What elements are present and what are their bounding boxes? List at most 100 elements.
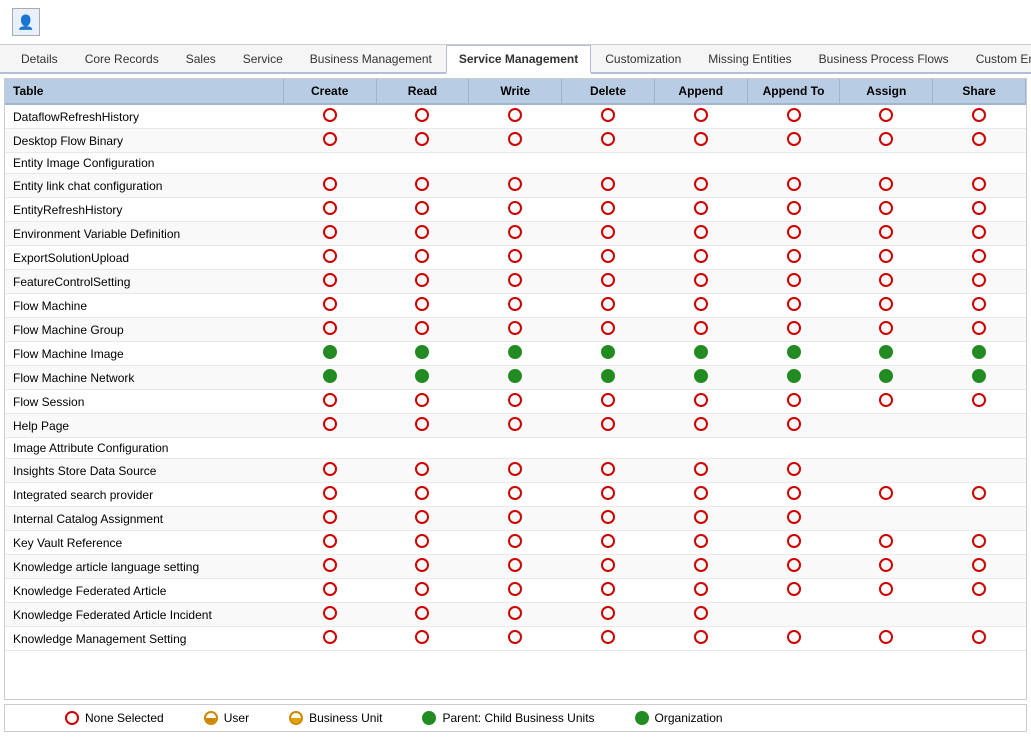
tab-service[interactable]: Service <box>230 45 296 72</box>
circle-none[interactable] <box>415 273 429 287</box>
circle-none[interactable] <box>323 249 337 263</box>
cell-assign[interactable] <box>840 270 933 294</box>
circle-org[interactable] <box>694 369 708 383</box>
circle-none[interactable] <box>787 534 801 548</box>
cell-share[interactable] <box>933 483 1026 507</box>
circle-none[interactable] <box>508 201 522 215</box>
tab-sales[interactable]: Sales <box>173 45 229 72</box>
cell-append[interactable] <box>654 318 747 342</box>
circle-none[interactable] <box>508 249 522 263</box>
cell-assign[interactable] <box>840 318 933 342</box>
cell-share[interactable] <box>933 318 1026 342</box>
circle-none[interactable] <box>787 417 801 431</box>
cell-assign[interactable] <box>840 129 933 153</box>
circle-none[interactable] <box>879 297 893 311</box>
cell-append[interactable] <box>654 294 747 318</box>
circle-none[interactable] <box>601 558 615 572</box>
circle-none[interactable] <box>601 225 615 239</box>
circle-none[interactable] <box>787 558 801 572</box>
cell-share[interactable] <box>933 198 1026 222</box>
cell-share[interactable] <box>933 390 1026 414</box>
circle-none[interactable] <box>601 201 615 215</box>
cell-appendTo[interactable] <box>747 342 840 366</box>
circle-none[interactable] <box>972 132 986 146</box>
circle-none[interactable] <box>787 321 801 335</box>
cell-write[interactable] <box>469 342 562 366</box>
cell-write[interactable] <box>469 270 562 294</box>
circle-none[interactable] <box>879 486 893 500</box>
cell-write[interactable] <box>469 318 562 342</box>
cell-write[interactable] <box>469 483 562 507</box>
circle-none[interactable] <box>601 606 615 620</box>
cell-assign[interactable] <box>840 198 933 222</box>
cell-appendTo[interactable] <box>747 459 840 483</box>
circle-none[interactable] <box>601 321 615 335</box>
circle-none[interactable] <box>787 630 801 644</box>
circle-none[interactable] <box>508 225 522 239</box>
circle-none[interactable] <box>415 201 429 215</box>
circle-none[interactable] <box>323 510 337 524</box>
circle-none[interactable] <box>508 321 522 335</box>
circle-none[interactable] <box>879 225 893 239</box>
cell-append[interactable] <box>654 342 747 366</box>
cell-create[interactable] <box>283 270 376 294</box>
cell-delete[interactable] <box>562 459 655 483</box>
circle-none[interactable] <box>972 108 986 122</box>
cell-appendTo[interactable] <box>747 198 840 222</box>
cell-write[interactable] <box>469 414 562 438</box>
circle-org[interactable] <box>323 369 337 383</box>
circle-none[interactable] <box>787 132 801 146</box>
cell-read[interactable] <box>376 390 469 414</box>
circle-org[interactable] <box>508 345 522 359</box>
circle-none[interactable] <box>323 273 337 287</box>
circle-org[interactable] <box>972 369 986 383</box>
cell-share[interactable] <box>933 129 1026 153</box>
cell-delete[interactable] <box>562 555 655 579</box>
cell-assign[interactable] <box>840 246 933 270</box>
circle-none[interactable] <box>323 630 337 644</box>
cell-create[interactable] <box>283 294 376 318</box>
cell-read[interactable] <box>376 198 469 222</box>
cell-append[interactable] <box>654 129 747 153</box>
circle-org[interactable] <box>879 345 893 359</box>
tab-core-records[interactable]: Core Records <box>72 45 172 72</box>
circle-none[interactable] <box>601 417 615 431</box>
cell-share[interactable] <box>933 174 1026 198</box>
circle-none[interactable] <box>879 582 893 596</box>
cell-assign[interactable] <box>840 174 933 198</box>
circle-none[interactable] <box>508 108 522 122</box>
circle-none[interactable] <box>787 177 801 191</box>
cell-appendTo[interactable] <box>747 390 840 414</box>
circle-none[interactable] <box>508 417 522 431</box>
cell-create[interactable] <box>283 483 376 507</box>
circle-none[interactable] <box>415 297 429 311</box>
circle-none[interactable] <box>415 510 429 524</box>
tab-business-process-flows[interactable]: Business Process Flows <box>806 45 962 72</box>
circle-none[interactable] <box>694 462 708 476</box>
circle-none[interactable] <box>601 534 615 548</box>
cell-create[interactable] <box>283 627 376 651</box>
cell-create[interactable] <box>283 555 376 579</box>
cell-create[interactable] <box>283 318 376 342</box>
circle-none[interactable] <box>508 462 522 476</box>
cell-share[interactable] <box>933 366 1026 390</box>
cell-write[interactable] <box>469 246 562 270</box>
circle-none[interactable] <box>508 297 522 311</box>
cell-read[interactable] <box>376 318 469 342</box>
circle-none[interactable] <box>787 249 801 263</box>
circle-none[interactable] <box>694 534 708 548</box>
circle-none[interactable] <box>694 225 708 239</box>
circle-none[interactable] <box>415 393 429 407</box>
cell-create[interactable] <box>283 390 376 414</box>
circle-none[interactable] <box>601 462 615 476</box>
circle-none[interactable] <box>694 249 708 263</box>
cell-read[interactable] <box>376 270 469 294</box>
circle-none[interactable] <box>323 177 337 191</box>
cell-read[interactable] <box>376 579 469 603</box>
cell-assign[interactable] <box>840 579 933 603</box>
cell-share[interactable] <box>933 627 1026 651</box>
cell-write[interactable] <box>469 174 562 198</box>
cell-append[interactable] <box>654 459 747 483</box>
cell-appendTo[interactable] <box>747 627 840 651</box>
cell-append[interactable] <box>654 555 747 579</box>
